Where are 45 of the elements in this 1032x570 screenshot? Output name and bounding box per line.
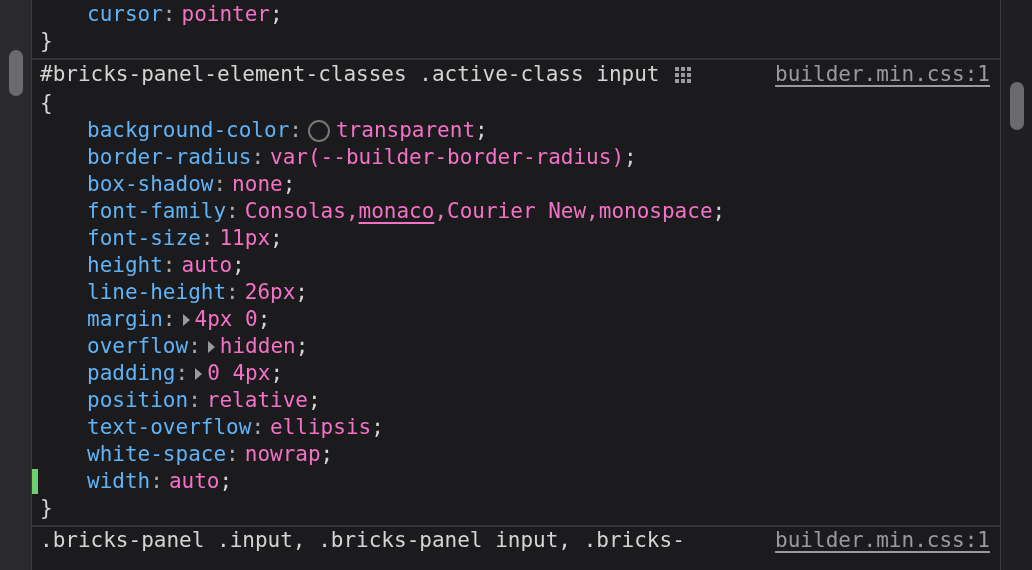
css-property: text-overflow: (87, 413, 265, 441)
scrollbar-thumb[interactable] (8, 50, 23, 96)
css-value: transparent; (335, 116, 488, 144)
css-property: margin: (87, 305, 176, 333)
source-link[interactable]: builder.min.css:1 (775, 59, 990, 91)
color-swatch[interactable] (307, 119, 330, 142)
css-value: var(--builder-border-radius); (270, 143, 637, 171)
css-property: position: (87, 386, 201, 414)
expand-icon[interactable] (194, 366, 204, 381)
css-property: height: (87, 251, 176, 279)
brace: { (40, 89, 53, 117)
css-value: none; (232, 170, 296, 198)
css-value: auto; (168, 467, 233, 495)
css-property: font-family: (87, 197, 239, 225)
change-marker (32, 469, 38, 494)
css-property: background-color: (87, 116, 302, 144)
css-value: Consolas,monaco,Courier New,monospace; (244, 197, 726, 225)
expand-icon[interactable] (181, 312, 191, 327)
css-property: border-radius: (87, 143, 265, 171)
css-property: line-height: (87, 278, 239, 306)
css-value: 11px; (219, 224, 283, 252)
css-property: font-size: (87, 224, 214, 252)
css-property: box-shadow: (87, 170, 227, 198)
css-property: cursor: (87, 0, 176, 28)
brace: } (40, 494, 53, 522)
css-property: width: (87, 467, 163, 495)
css-value: hidden; (219, 332, 309, 360)
brace: } (40, 27, 53, 55)
css-value: 26px; (244, 278, 308, 306)
css-property: padding: (87, 359, 189, 387)
css-property: overflow: (87, 332, 201, 360)
css-property: white-space: (87, 440, 239, 468)
css-value: auto; (181, 251, 245, 279)
css-value: ellipsis; (270, 413, 384, 441)
css-value: relative; (206, 386, 321, 414)
css-selector: #bricks-panel-element-classes .active-class input (40, 61, 660, 89)
css-selector: .bricks-panel .input, .bricks-panel input, .bricks- (40, 526, 685, 554)
css-value: pointer; (181, 0, 283, 28)
grid-icon[interactable] (673, 66, 692, 84)
css-value: 4px 0; (194, 305, 271, 333)
scrollbar-thumb[interactable] (1009, 82, 1024, 130)
css-value: nowrap; (244, 440, 334, 468)
expand-icon[interactable] (206, 339, 216, 354)
css-value: 0 4px; (207, 359, 284, 387)
source-link[interactable]: builder.min.css:1 (775, 524, 990, 557)
